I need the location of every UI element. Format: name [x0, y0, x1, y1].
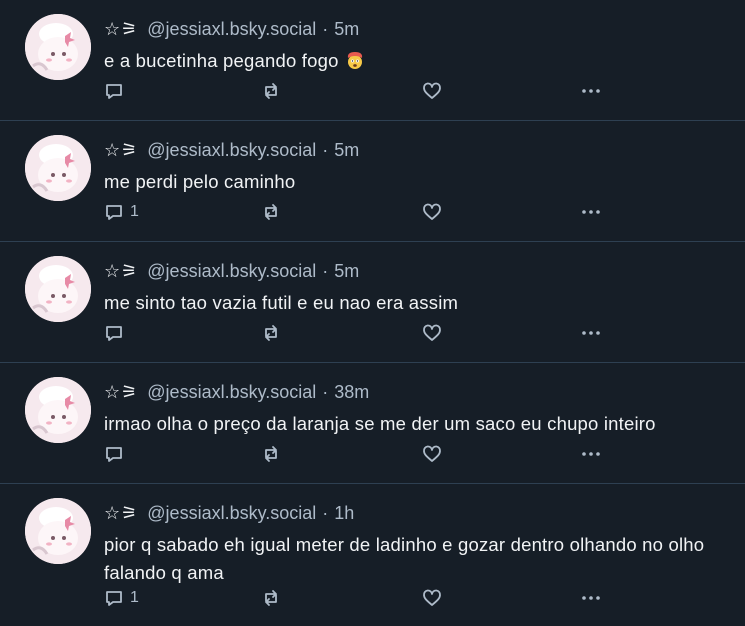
avatar[interactable] — [25, 135, 91, 201]
more-options-button[interactable] — [581, 443, 601, 465]
post-actions — [104, 322, 604, 344]
like-icon — [423, 589, 441, 606]
separator: · — [322, 382, 329, 402]
reply-button[interactable]: 1 — [104, 201, 139, 223]
post-text: irmao olha o preço da laranja se me der … — [104, 413, 656, 434]
like-button[interactable] — [422, 443, 442, 465]
repost-button[interactable] — [261, 587, 281, 609]
reply-icon — [106, 591, 122, 606]
repost-button[interactable] — [261, 201, 281, 223]
post-text: pior q sabado eh igual meter de ladinho … — [104, 534, 705, 583]
timestamp[interactable]: 38m — [334, 381, 369, 403]
post-actions — [104, 443, 604, 465]
repost-icon — [265, 590, 277, 606]
more-options-button[interactable] — [581, 80, 601, 102]
post-text: me perdi pelo caminho — [104, 171, 296, 192]
more-options-button[interactable] — [581, 322, 601, 344]
repost-icon — [265, 204, 277, 220]
repost-button[interactable] — [261, 80, 281, 102]
display-name[interactable]: ☆⚞ — [104, 381, 138, 403]
handle[interactable]: @jessiaxl.bsky.social — [147, 18, 316, 40]
reply-icon — [106, 84, 122, 99]
post-text: e a bucetinha pegando fogo — [104, 47, 729, 75]
avatar[interactable] — [25, 377, 91, 443]
like-icon — [423, 203, 441, 220]
reply-icon — [106, 447, 122, 462]
post-actions — [104, 80, 604, 102]
exploding-head-emoji — [347, 52, 362, 69]
more-options-button[interactable] — [581, 587, 601, 609]
display-name[interactable]: ☆⚞ — [104, 18, 138, 40]
like-icon — [423, 82, 441, 99]
post[interactable]: ☆⚞ @jessiaxl.bsky.social · 38m irmao olh… — [0, 363, 745, 484]
display-name[interactable]: ☆⚞ — [104, 139, 138, 161]
handle[interactable]: @jessiaxl.bsky.social — [147, 502, 316, 524]
separator: · — [322, 140, 329, 160]
like-icon — [423, 445, 441, 462]
post-header: ☆⚞ @jessiaxl.bsky.social · 38m — [104, 381, 369, 403]
reply-count: 1 — [130, 589, 139, 606]
avatar[interactable] — [25, 14, 91, 80]
like-button[interactable] — [422, 587, 442, 609]
reply-button[interactable] — [104, 443, 130, 465]
repost-icon — [265, 446, 277, 462]
reply-count: 1 — [130, 203, 139, 220]
reply-button[interactable]: 1 — [104, 587, 139, 609]
more-icon — [582, 452, 600, 456]
handle[interactable]: @jessiaxl.bsky.social — [147, 260, 316, 282]
like-button[interactable] — [422, 201, 442, 223]
post-actions: 1 — [104, 587, 604, 609]
like-icon — [423, 324, 441, 341]
post-text-content: e a bucetinha pegando fogo — [104, 50, 339, 71]
more-icon — [582, 89, 600, 93]
more-icon — [582, 331, 600, 335]
separator: · — [322, 19, 329, 39]
post-header: ☆⚞ @jessiaxl.bsky.social · 5m — [104, 260, 359, 282]
reply-icon — [106, 326, 122, 341]
post[interactable]: ☆⚞ @jessiaxl.bsky.social · 1h pior q sab… — [0, 484, 745, 626]
repost-button[interactable] — [261, 322, 281, 344]
timestamp[interactable]: 5m — [334, 260, 359, 282]
timestamp[interactable]: 5m — [334, 18, 359, 40]
display-name[interactable]: ☆⚞ — [104, 502, 138, 524]
post-header: ☆⚞ @jessiaxl.bsky.social · 5m — [104, 18, 359, 40]
like-button[interactable] — [422, 322, 442, 344]
post[interactable]: ☆⚞ @jessiaxl.bsky.social · 5m e a buceti… — [0, 0, 745, 121]
post-text: me sinto tao vazia futil e eu nao era as… — [104, 292, 459, 313]
handle[interactable]: @jessiaxl.bsky.social — [147, 139, 316, 161]
post-actions: 1 — [104, 201, 604, 223]
post-feed: ☆⚞ @jessiaxl.bsky.social · 5m e a buceti… — [0, 0, 745, 626]
post-header: ☆⚞ @jessiaxl.bsky.social · 1h — [104, 502, 354, 524]
more-icon — [582, 210, 600, 214]
more-icon — [582, 596, 600, 600]
post-header: ☆⚞ @jessiaxl.bsky.social · 5m — [104, 139, 359, 161]
repost-button[interactable] — [261, 443, 281, 465]
avatar[interactable] — [25, 498, 91, 564]
like-button[interactable] — [422, 80, 442, 102]
avatar[interactable] — [25, 256, 91, 322]
more-options-button[interactable] — [581, 201, 601, 223]
reply-button[interactable] — [104, 80, 130, 102]
separator: · — [322, 261, 329, 281]
display-name[interactable]: ☆⚞ — [104, 260, 138, 282]
post[interactable]: ☆⚞ @jessiaxl.bsky.social · 5m me sinto t… — [0, 242, 745, 363]
timestamp[interactable]: 5m — [334, 139, 359, 161]
reply-icon — [106, 205, 122, 220]
repost-icon — [265, 325, 277, 341]
repost-icon — [265, 83, 277, 99]
timestamp[interactable]: 1h — [334, 502, 354, 524]
separator: · — [322, 503, 329, 523]
reply-button[interactable] — [104, 322, 130, 344]
handle[interactable]: @jessiaxl.bsky.social — [147, 381, 316, 403]
post[interactable]: ☆⚞ @jessiaxl.bsky.social · 5m me perdi p… — [0, 121, 745, 242]
